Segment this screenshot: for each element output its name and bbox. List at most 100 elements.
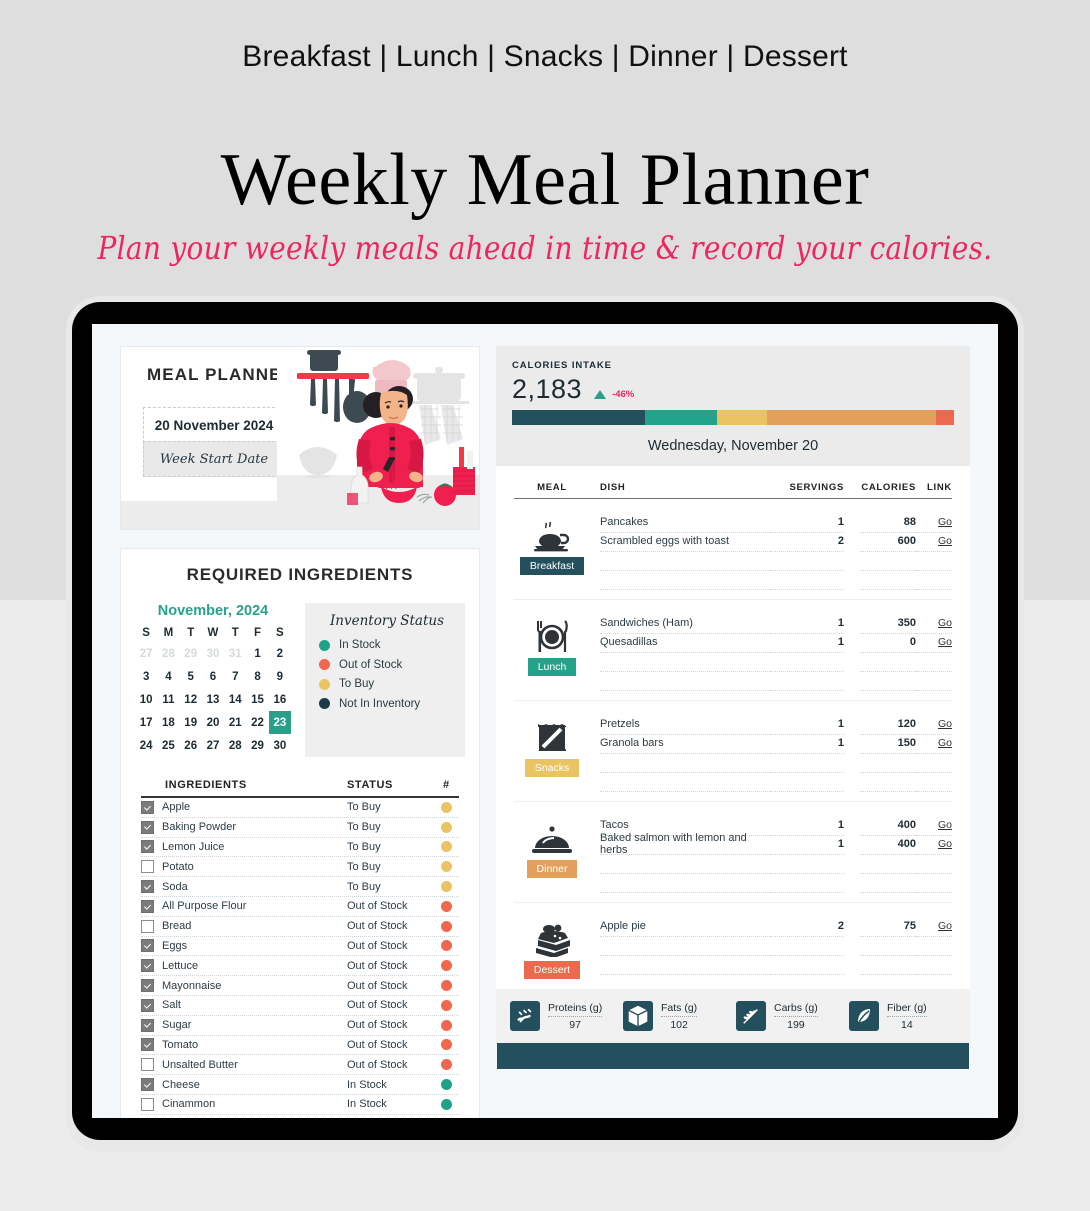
- dish-row[interactable]: [600, 772, 952, 792]
- dish-calories[interactable]: [860, 873, 916, 893]
- dish-servings[interactable]: [770, 570, 844, 590]
- calendar-day[interactable]: 16: [269, 688, 291, 711]
- calendar-day[interactable]: 17: [135, 711, 157, 734]
- dish-servings[interactable]: 1: [770, 614, 844, 634]
- calendar-day[interactable]: 15: [246, 688, 268, 711]
- calendar-day[interactable]: 10: [135, 688, 157, 711]
- dish-row[interactable]: [600, 854, 952, 874]
- table-row[interactable]: Sugar Out of Stock: [141, 1016, 459, 1036]
- dish-name[interactable]: Scrambled eggs with toast: [600, 532, 770, 552]
- calendar-day[interactable]: 5: [180, 665, 202, 688]
- dish-calories[interactable]: 120: [860, 715, 916, 735]
- dish-calories[interactable]: 400: [860, 835, 916, 855]
- calendar-day[interactable]: 2: [269, 642, 291, 665]
- dish-calories[interactable]: [860, 652, 916, 672]
- dish-servings[interactable]: [770, 854, 844, 874]
- ingredient-checkbox[interactable]: [141, 1097, 154, 1111]
- dish-row[interactable]: Pretzels 1 120 Go: [600, 715, 952, 735]
- dish-name[interactable]: Pretzels: [600, 715, 770, 735]
- dish-servings[interactable]: [770, 955, 844, 975]
- calendar-day[interactable]: 12: [180, 688, 202, 711]
- ingredient-checkbox[interactable]: [141, 1038, 154, 1052]
- dish-link[interactable]: [916, 551, 952, 571]
- calendar-day[interactable]: 30: [202, 642, 224, 665]
- dish-calories[interactable]: 600: [860, 532, 916, 552]
- table-row[interactable]: Eggs Out of Stock: [141, 937, 459, 957]
- dish-calories[interactable]: 400: [860, 816, 916, 836]
- dish-servings[interactable]: [770, 936, 844, 956]
- dish-name[interactable]: Sandwiches (Ham): [600, 614, 770, 634]
- dish-row[interactable]: Sandwiches (Ham) 1 350 Go: [600, 614, 952, 634]
- dish-calories[interactable]: [860, 955, 916, 975]
- dish-servings[interactable]: [770, 652, 844, 672]
- dish-name[interactable]: [600, 772, 770, 792]
- dish-calories[interactable]: [860, 936, 916, 956]
- calendar-day[interactable]: 7: [224, 665, 246, 688]
- dish-calories[interactable]: 150: [860, 734, 916, 754]
- dish-row[interactable]: [600, 753, 952, 773]
- dish-name[interactable]: [600, 854, 770, 874]
- ingredient-checkbox[interactable]: [141, 899, 154, 913]
- calendar-day[interactable]: 1: [246, 642, 268, 665]
- dish-row[interactable]: [600, 551, 952, 571]
- dish-name[interactable]: [600, 570, 770, 590]
- dish-link[interactable]: [916, 652, 952, 672]
- dish-calories[interactable]: 0: [860, 633, 916, 653]
- dish-servings[interactable]: 1: [770, 734, 844, 754]
- calendar-day[interactable]: 29: [180, 642, 202, 665]
- table-row[interactable]: Potato To Buy: [141, 857, 459, 878]
- dish-link[interactable]: Go: [916, 633, 952, 653]
- dish-name[interactable]: [600, 873, 770, 893]
- dish-calories[interactable]: 88: [860, 513, 916, 533]
- dish-name[interactable]: Pancakes: [600, 513, 770, 533]
- table-row[interactable]: Mayonnaise Out of Stock: [141, 976, 459, 996]
- dish-row[interactable]: [600, 873, 952, 893]
- dish-link[interactable]: [916, 873, 952, 893]
- calendar-grid[interactable]: SMTWTFS 27 28 29 30 31 1 2 3 4 5 6 7 8 9 10 11 12 13 14 15 1…: [135, 624, 291, 757]
- calendar-day[interactable]: 22: [246, 711, 268, 734]
- calendar-day[interactable]: 24: [135, 734, 157, 757]
- dish-link[interactable]: Go: [916, 513, 952, 533]
- table-row[interactable]: Salt Out of Stock: [141, 996, 459, 1016]
- dish-servings[interactable]: [770, 772, 844, 792]
- calendar-day[interactable]: 14: [224, 688, 246, 711]
- dish-calories[interactable]: [860, 570, 916, 590]
- dish-name[interactable]: [600, 936, 770, 956]
- dish-row[interactable]: Apple pie 2 75 Go: [600, 917, 952, 937]
- calendar-day[interactable]: 29: [246, 734, 268, 757]
- ingredient-checkbox[interactable]: [141, 1018, 154, 1032]
- dish-name[interactable]: [600, 955, 770, 975]
- dish-link[interactable]: [916, 753, 952, 773]
- calendar-day[interactable]: 21: [224, 711, 246, 734]
- dish-servings[interactable]: [770, 753, 844, 773]
- dish-calories[interactable]: [860, 753, 916, 773]
- ingredient-checkbox[interactable]: [141, 959, 154, 973]
- calendar-day[interactable]: 27: [202, 734, 224, 757]
- dish-link[interactable]: Go: [916, 614, 952, 634]
- dish-servings[interactable]: [770, 671, 844, 691]
- calendar-day[interactable]: 31: [224, 642, 246, 665]
- table-row[interactable]: All Purpose Flour Out of Stock: [141, 897, 459, 917]
- dish-servings[interactable]: 1: [770, 513, 844, 533]
- dish-link[interactable]: Go: [916, 532, 952, 552]
- table-row[interactable]: Lettuce Out of Stock: [141, 956, 459, 977]
- table-row[interactable]: Unsalted Butter Out of Stock: [141, 1055, 459, 1076]
- calendar-day[interactable]: 4: [157, 665, 179, 688]
- calendar-day[interactable]: 13: [202, 688, 224, 711]
- dish-calories[interactable]: [860, 854, 916, 874]
- calendar-day[interactable]: 6: [202, 665, 224, 688]
- dish-calories[interactable]: 350: [860, 614, 916, 634]
- calendar-day[interactable]: 3: [135, 665, 157, 688]
- dish-calories[interactable]: 75: [860, 917, 916, 937]
- table-row[interactable]: Baking Powder To Buy: [141, 818, 459, 838]
- calendar-day[interactable]: 23: [268, 711, 291, 734]
- dish-link[interactable]: [916, 570, 952, 590]
- calendar-day[interactable]: 19: [180, 711, 202, 734]
- dish-row[interactable]: [600, 570, 952, 590]
- calendar-day[interactable]: 8: [246, 665, 268, 688]
- dish-servings[interactable]: 1: [770, 633, 844, 653]
- dish-name[interactable]: [600, 652, 770, 672]
- dish-calories[interactable]: [860, 772, 916, 792]
- ingredient-checkbox[interactable]: [141, 800, 154, 814]
- dish-servings[interactable]: 2: [770, 532, 844, 552]
